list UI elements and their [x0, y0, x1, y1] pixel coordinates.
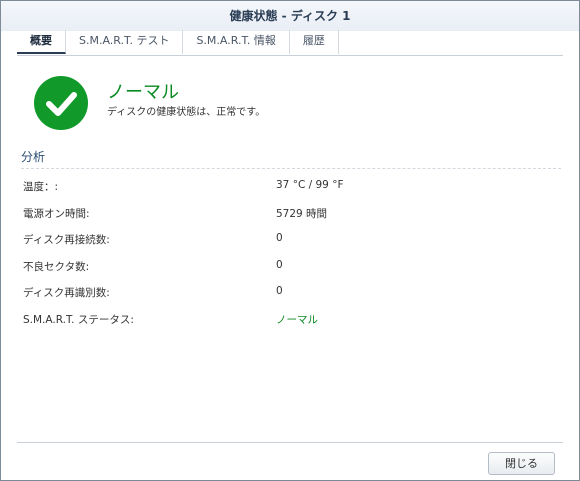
checkmark-circle-icon [34, 76, 88, 130]
close-button[interactable]: 閉じる [488, 452, 555, 475]
analysis-row-reconnect-count: ディスク再接続数: 0 [23, 230, 553, 257]
analysis-row-smart-status: S.M.A.R.T. ステータス: ノーマル [23, 310, 553, 337]
dialog-title: 健康状態 - ディスク 1 [1, 1, 579, 31]
tab-history[interactable]: 履歴 [290, 30, 339, 54]
bad-sectors-label: 不良セクタ数: [23, 260, 90, 273]
tab-smart-test[interactable]: S.M.A.R.T. テスト [66, 30, 184, 54]
status-title: ノーマル [107, 82, 179, 103]
reconnect-count-value: 0 [276, 232, 283, 245]
reconnect-count-label: ディスク再接続数: [23, 234, 110, 247]
smart-status-label: S.M.A.R.T. ステータス: [23, 313, 134, 326]
reidentify-count-value: 0 [276, 285, 283, 298]
power-on-hours-label: 電源オン時間: [23, 207, 90, 220]
footer-divider [17, 442, 563, 443]
power-on-hours-value: 5729 時間 [276, 207, 328, 220]
tab-overview[interactable]: 概要 [17, 30, 66, 54]
tab-smart-info[interactable]: S.M.A.R.T. 情報 [183, 30, 290, 54]
analysis-row-power-on-hours: 電源オン時間: 5729 時間 [23, 204, 553, 231]
health-status-dialog: 健康状態 - ディスク 1 概要 S.M.A.R.T. テスト S.M.A.R.… [0, 0, 580, 481]
temperature-value: 37 °C / 99 °F [276, 179, 344, 191]
tab-bar: 概要 S.M.A.R.T. テスト S.M.A.R.T. 情報 履歴 [17, 30, 563, 56]
analysis-row-reidentify-count: ディスク再識別数: 0 [23, 283, 553, 310]
temperature-label: 温度：: [23, 181, 59, 193]
analysis-list: 温度：: 37 °C / 99 °F 電源オン時間: 5729 時間 ディスク再… [23, 177, 553, 337]
analysis-row-bad-sectors: 不良セクタ数: 0 [23, 257, 553, 284]
status-description: ディスクの健康状態は、正常です。 [107, 107, 266, 118]
reidentify-count-label: ディスク再識別数: [23, 287, 110, 300]
smart-status-value: ノーマル [276, 313, 318, 326]
analysis-section-title: 分析 [21, 148, 561, 169]
analysis-row-temperature: 温度：: 37 °C / 99 °F [23, 177, 553, 204]
bad-sectors-value: 0 [276, 258, 283, 271]
